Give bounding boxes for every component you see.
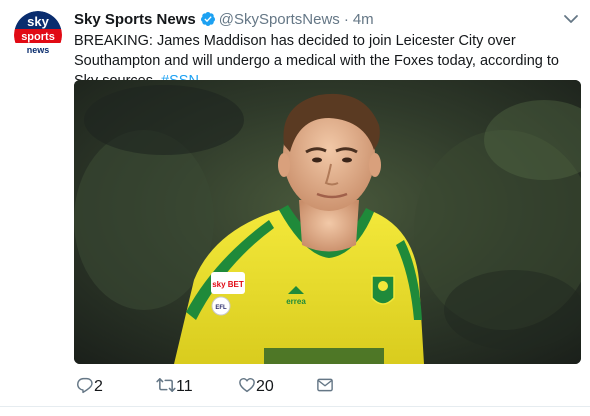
sky-sports-news-logo: sky sports news (14, 11, 62, 59)
retweet-icon (156, 376, 176, 399)
tweet-timestamp[interactable]: 4m (353, 11, 374, 28)
kit-badge-text: sky BET (212, 280, 244, 289)
divider (0, 406, 590, 407)
avatar-logo-line2: sports (21, 31, 55, 43)
avatar-logo-line3: news (27, 45, 50, 55)
author-handle[interactable]: @SkySportsNews (219, 11, 340, 28)
player-photo: sky BET EFL errea (74, 80, 581, 364)
heart-icon (238, 376, 256, 399)
verified-badge-icon (200, 11, 216, 27)
reply-count: 2 (94, 378, 103, 395)
tweet-header: Sky Sports News @SkySportsNews · 4m (74, 9, 374, 29)
tweet-media-photo[interactable]: sky BET EFL errea (74, 80, 581, 364)
club-crest-icon (371, 275, 395, 305)
author-name[interactable]: Sky Sports News (74, 11, 196, 28)
kit-efl-text: EFL (215, 305, 227, 311)
retweet-button[interactable]: 11 (156, 377, 193, 397)
tweet: sky sports news Sky Sports News @SkySpor… (0, 0, 590, 416)
reply-button[interactable]: 2 (76, 377, 103, 397)
like-count: 20 (256, 378, 274, 395)
kit-sponsor-text: errea (286, 297, 306, 306)
direct-message-button[interactable] (316, 377, 334, 397)
avatar-logo-line1: sky (27, 14, 49, 29)
chevron-down-icon[interactable] (562, 10, 580, 28)
separator-dot: · (343, 10, 349, 28)
retweet-count: 11 (176, 378, 193, 395)
avatar[interactable]: sky sports news (14, 11, 62, 59)
reply-icon (76, 376, 94, 399)
envelope-icon (316, 376, 334, 399)
like-button[interactable]: 20 (238, 377, 274, 397)
